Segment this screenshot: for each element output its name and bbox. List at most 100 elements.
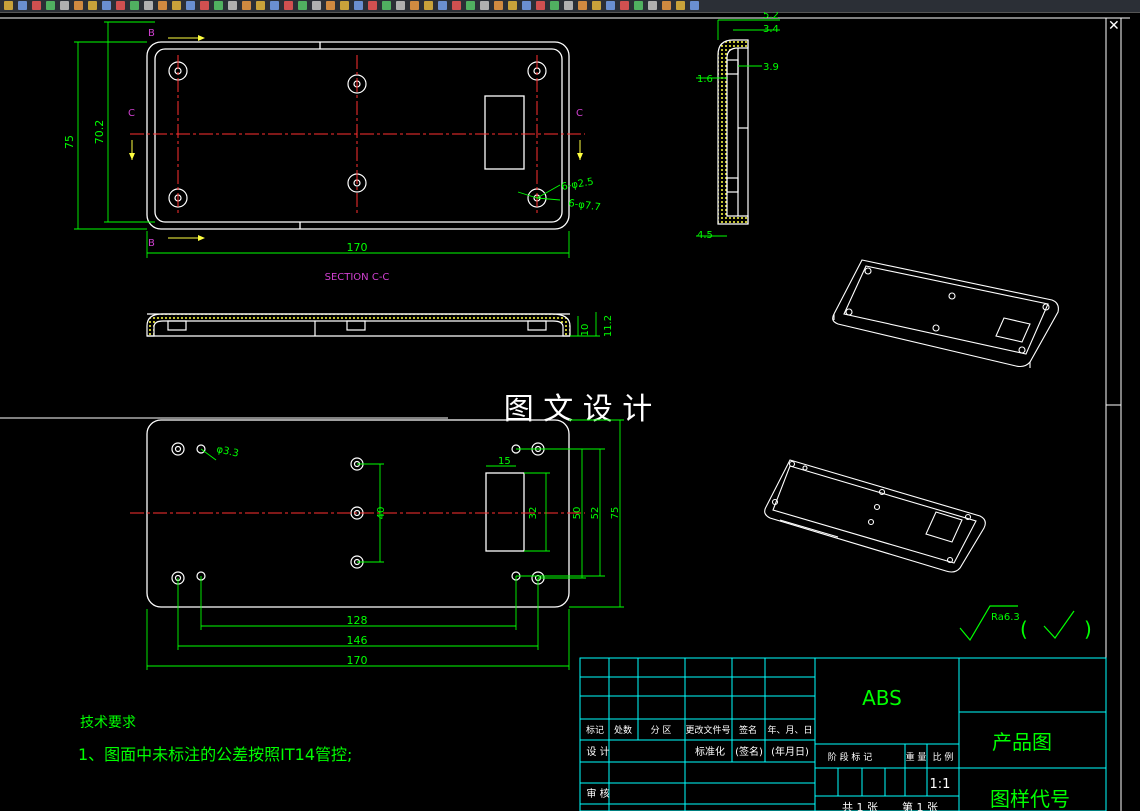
front-view: B B C C 75 70.2 170 6-φ2.5 6-φ7.7 — [63, 21, 602, 258]
section-title: SECTION C-C — [325, 272, 390, 283]
tool-icon[interactable] — [424, 1, 433, 10]
design-label: 设 计 — [586, 745, 609, 758]
scale-value: 1:1 — [930, 777, 951, 792]
tool-icon[interactable] — [60, 1, 69, 10]
tool-icon[interactable] — [564, 1, 573, 10]
standardize-label: 标准化 — [695, 745, 725, 758]
side-dim-top2: 3.4 — [763, 24, 779, 35]
tool-icon[interactable] — [172, 1, 181, 10]
tool-icon[interactable] — [634, 1, 643, 10]
notes-heading: 技术要求 — [80, 715, 136, 731]
tool-icon[interactable] — [130, 1, 139, 10]
bottom-dim-32: 32 — [528, 507, 539, 520]
tool-icon[interactable] — [606, 1, 615, 10]
bottom-dimensions — [146, 419, 624, 670]
tool-icon[interactable] — [340, 1, 349, 10]
hole-large-label: 6-φ7.7 — [568, 198, 602, 213]
section-dim-outer: 11.2 — [603, 315, 614, 337]
tool-icon[interactable] — [88, 1, 97, 10]
bottom-view: φ3.3 15 40 32 50 52 75 128 146 170 — [130, 419, 624, 670]
tool-icon[interactable] — [256, 1, 265, 10]
tool-icon[interactable] — [620, 1, 629, 10]
tool-icon[interactable] — [354, 1, 363, 10]
tool-icon[interactable] — [116, 1, 125, 10]
tool-icon[interactable] — [508, 1, 517, 10]
tool-icon[interactable] — [102, 1, 111, 10]
revision-header: 处数 — [614, 724, 632, 736]
side-dim-top1: 5.2 — [763, 12, 779, 21]
tool-icon[interactable] — [676, 1, 685, 10]
drawing-canvas: ✕ B B C C 75 70.2 170 6-φ2.5 6-φ7.7 5.2 … — [0, 12, 1130, 811]
tool-icon[interactable] — [550, 1, 559, 10]
bottom-dim-52: 52 — [590, 507, 601, 520]
tool-icon[interactable] — [410, 1, 419, 10]
tool-icon[interactable] — [396, 1, 405, 10]
tool-icon[interactable] — [144, 1, 153, 10]
tool-icon[interactable] — [522, 1, 531, 10]
tool-icon[interactable] — [480, 1, 489, 10]
tool-icon[interactable] — [690, 1, 699, 10]
tool-icon[interactable] — [18, 1, 27, 10]
tool-icon[interactable] — [32, 1, 41, 10]
tool-icon[interactable] — [270, 1, 279, 10]
side-view: 5.2 3.4 1.6 3.9 4.5 — [696, 12, 780, 241]
close-icon[interactable]: ✕ — [1108, 18, 1120, 34]
tool-icon[interactable] — [648, 1, 657, 10]
tool-icon[interactable] — [578, 1, 587, 10]
bottom-dim-170: 170 — [347, 654, 368, 667]
tool-icon[interactable] — [284, 1, 293, 10]
tool-icon[interactable] — [242, 1, 251, 10]
front-centerlines — [130, 55, 585, 215]
bottom-hole-dia: φ3.3 — [215, 444, 239, 459]
tool-icon[interactable] — [494, 1, 503, 10]
drawing-code: 图样代号 — [990, 787, 1070, 811]
side-dim-left: 1.6 — [697, 74, 713, 85]
revision-headers: 标记 处数 分 区 更改文件号 签名 年、月、日 — [586, 724, 813, 736]
hole-small-label: 6-φ2.5 — [561, 176, 595, 192]
revision-header: 标记 — [586, 724, 604, 736]
watermark: 图 文 设 计 — [504, 392, 653, 427]
tool-icon[interactable] — [662, 1, 671, 10]
tool-icon[interactable] — [536, 1, 545, 10]
bottom-dim-146: 146 — [347, 634, 368, 647]
tool-icon[interactable] — [214, 1, 223, 10]
isometric-view-bottom — [764, 459, 986, 573]
tool-icon[interactable] — [466, 1, 475, 10]
tool-icon[interactable] — [228, 1, 237, 10]
tool-icon[interactable] — [368, 1, 377, 10]
roughness-close-paren: ) — [1084, 617, 1092, 641]
bottom-dim-15: 15 — [498, 456, 511, 467]
tool-icon[interactable] — [312, 1, 321, 10]
tool-icon[interactable] — [382, 1, 391, 10]
tool-icon[interactable] — [74, 1, 83, 10]
tool-icon[interactable] — [438, 1, 447, 10]
section-dim-inner: 10 — [580, 324, 591, 337]
section-c-left-label: C — [128, 108, 135, 119]
bottom-dim-128: 128 — [347, 614, 368, 627]
tool-icon[interactable] — [200, 1, 209, 10]
tool-icon[interactable] — [452, 1, 461, 10]
bottom-dim-75: 75 — [610, 507, 621, 520]
section-b-bottom-label: B — [148, 238, 155, 249]
review-label: 审 核 — [586, 787, 609, 800]
tool-icon[interactable] — [592, 1, 601, 10]
tool-icon[interactable] — [326, 1, 335, 10]
sheet-no: 第 1 张 — [902, 800, 938, 811]
tool-icon[interactable] — [186, 1, 195, 10]
roughness-value: Ra6.3 — [991, 612, 1020, 623]
section-view: SECTION C-C 10 11.2 — [146, 272, 614, 337]
tool-icon[interactable] — [298, 1, 307, 10]
dim-width-front: 170 — [347, 241, 368, 254]
notes-line1: 1、图面中未标注的公差按照IT14管控; — [78, 745, 352, 764]
roughness-open-paren: ( — [1020, 617, 1028, 641]
tool-icon[interactable] — [46, 1, 55, 10]
bottom-dim-40: 40 — [376, 507, 387, 520]
tool-icon[interactable] — [158, 1, 167, 10]
sign-label: (签名) — [735, 745, 763, 758]
stage-header: 重 量 — [906, 751, 927, 763]
dim-height-inner: 70.2 — [93, 120, 106, 145]
app-icon[interactable] — [4, 1, 13, 10]
stage-header: 比 例 — [933, 751, 954, 763]
date-label: (年月日) — [771, 745, 809, 758]
section-c-right-label: C — [576, 108, 583, 119]
